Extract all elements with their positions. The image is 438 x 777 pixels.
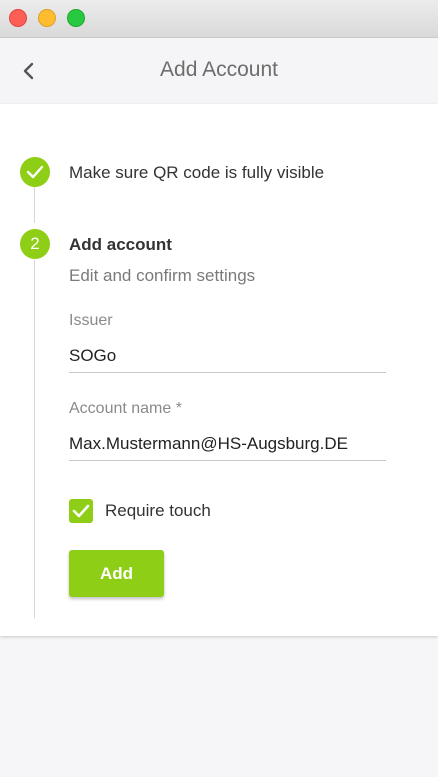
step-connector — [34, 260, 35, 618]
issuer-input[interactable] — [69, 339, 386, 373]
page-title: Add Account — [160, 58, 278, 81]
check-icon — [72, 504, 90, 518]
step-connector — [34, 187, 35, 223]
window-close-button[interactable] — [9, 9, 27, 27]
step-2-subtitle: Edit and confirm settings — [69, 266, 256, 285]
require-touch-checkbox[interactable] — [69, 499, 93, 523]
account-name-label: Account name * — [69, 400, 182, 417]
issuer-label: Issuer — [69, 312, 113, 329]
step-2-number: 2 — [20, 229, 50, 259]
stepper-card: Make sure QR code is fully visible 2 Add… — [0, 104, 438, 636]
window-minimize-button[interactable] — [38, 9, 56, 27]
title-bar — [0, 0, 438, 38]
app-window: Add Account Make sure QR code is fully v… — [0, 0, 438, 777]
window-maximize-button[interactable] — [67, 9, 85, 27]
step-1-label[interactable]: Make sure QR code is fully visible — [69, 163, 324, 183]
require-touch-label[interactable]: Require touch — [105, 501, 211, 521]
step-2-title[interactable]: Add account — [69, 235, 172, 255]
add-button[interactable]: Add — [69, 550, 164, 597]
app-header: Add Account — [0, 38, 438, 104]
account-name-input[interactable] — [69, 427, 386, 461]
step-1-check-icon — [20, 157, 50, 187]
